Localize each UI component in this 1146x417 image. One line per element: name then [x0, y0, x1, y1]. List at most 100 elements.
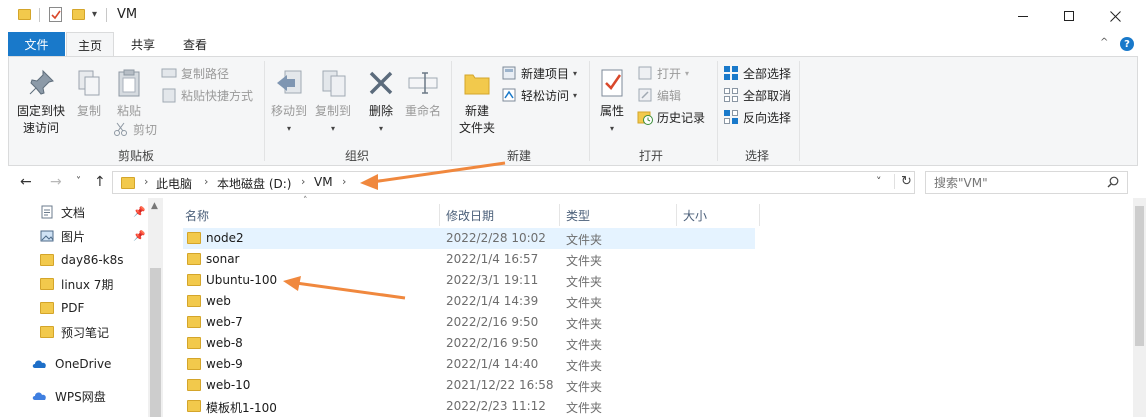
nav-item-wps-cloud[interactable]: WPS网盘	[32, 385, 106, 407]
easy-access-icon	[501, 87, 517, 103]
scrollbar-thumb[interactable]	[1135, 206, 1144, 346]
file-row[interactable]: web-9 2022/1/4 14:40 文件夹	[183, 354, 755, 375]
nav-item-documents[interactable]: 文档	[40, 201, 85, 223]
document-icon	[40, 205, 54, 219]
copy-to-button[interactable]: 复制到 ▾	[311, 67, 355, 137]
help-icon[interactable]: ?	[1120, 37, 1134, 51]
pin-to-quick-access-button[interactable]: 固定到快 速访问	[13, 67, 69, 137]
navigation-bar: ← → ˅ ↑ › 此电脑 › 本地磁盘 (D:) › VM › ˅ ↻	[0, 166, 1146, 198]
sort-ascending-icon: ˄	[303, 196, 308, 206]
folder-icon	[40, 254, 54, 266]
back-arrow-icon[interactable]: ←	[20, 174, 32, 190]
file-list-scrollbar[interactable]	[1133, 198, 1146, 417]
copy-button[interactable]: 复制	[69, 67, 109, 120]
copy-path-button[interactable]: 复制路径	[161, 63, 229, 83]
maximize-button[interactable]	[1046, 0, 1092, 32]
delete-button[interactable]: 删除 ▾	[363, 67, 399, 137]
divider[interactable]	[759, 204, 760, 226]
file-row[interactable]: Ubuntu-100 2022/3/1 19:11 文件夹	[183, 270, 755, 291]
pin-icon[interactable]: 📌	[133, 231, 145, 242]
tab-share[interactable]: 共享	[120, 32, 166, 56]
invert-selection-button[interactable]: 反向选择	[723, 107, 791, 127]
pin-icon[interactable]: 📌	[133, 207, 145, 218]
breadcrumb-separator-icon[interactable]: ›	[301, 175, 305, 188]
window-title: VM	[117, 7, 138, 22]
wps-cloud-icon	[32, 389, 48, 403]
minimize-button[interactable]	[1000, 0, 1046, 32]
nav-item-linux-7[interactable]: linux 7期	[40, 273, 113, 295]
scrollbar-thumb[interactable]	[150, 268, 161, 417]
scissors-icon	[113, 121, 129, 137]
new-folder-quick-icon[interactable]	[72, 9, 85, 20]
nav-item-day86-k8s[interactable]: day86-k8s	[40, 249, 124, 271]
nav-pane-scrollbar[interactable]: ▲	[148, 198, 163, 417]
nav-item-pictures[interactable]: 图片	[40, 225, 85, 247]
paste-button[interactable]: 粘贴	[109, 67, 149, 120]
breadcrumb-separator-icon[interactable]: ›	[342, 175, 346, 188]
scroll-up-icon[interactable]: ▲	[151, 201, 158, 211]
refresh-icon[interactable]: ↻	[894, 174, 912, 189]
breadcrumb-local-disk-d[interactable]: 本地磁盘 (D:)	[217, 175, 291, 192]
close-button[interactable]	[1092, 0, 1138, 32]
easy-access-button[interactable]: 轻松访问 ▾	[501, 85, 577, 105]
properties-button[interactable]: 属性 ▾	[593, 67, 631, 137]
file-row[interactable]: web-10 2021/12/22 16:58 文件夹	[183, 375, 755, 396]
divider	[799, 61, 800, 161]
paste-shortcut-button[interactable]: 粘贴快捷方式	[161, 85, 253, 105]
search-box[interactable]	[925, 171, 1128, 194]
nav-item-pdf[interactable]: PDF	[40, 297, 84, 319]
breadcrumb-this-pc[interactable]: 此电脑	[156, 175, 192, 192]
search-icon[interactable]	[1107, 176, 1119, 191]
new-folder-button[interactable]: 新建 文件夹	[455, 67, 499, 137]
address-history-chevron-icon[interactable]: ˅	[876, 175, 882, 188]
collapse-ribbon-icon[interactable]: ^	[1100, 37, 1108, 48]
move-to-button[interactable]: 移动到 ▾	[267, 67, 311, 137]
paste-shortcut-icon	[161, 87, 177, 103]
folder-icon	[40, 302, 54, 314]
history-button[interactable]: 历史记录	[637, 107, 705, 127]
edit-button[interactable]: 编辑	[637, 85, 681, 105]
new-item-button[interactable]: 新建项目 ▾	[501, 63, 577, 83]
tab-home[interactable]: 主页	[66, 32, 114, 57]
column-header-size[interactable]: 大小	[683, 202, 707, 228]
up-arrow-icon[interactable]: ↑	[94, 174, 106, 190]
file-row[interactable]: node2 2022/2/28 10:02 文件夹	[183, 228, 755, 249]
file-row[interactable]: sonar 2022/1/4 16:57 文件夹	[183, 249, 755, 270]
file-row[interactable]: web-8 2022/2/16 9:50 文件夹	[183, 333, 755, 354]
rename-button[interactable]: 重命名	[401, 67, 445, 120]
select-group-label: 选择	[744, 149, 769, 163]
column-header-date[interactable]: 修改日期	[446, 202, 494, 228]
tab-file[interactable]: 文件	[8, 32, 65, 56]
nav-item-onedrive[interactable]: OneDrive	[32, 353, 111, 375]
search-input[interactable]	[926, 172, 1101, 193]
breadcrumb-vm[interactable]: VM	[314, 175, 333, 189]
open-button[interactable]: 打开 ▾	[637, 63, 689, 83]
select-none-button[interactable]: 全部取消	[723, 85, 791, 105]
properties-quick-icon[interactable]	[49, 7, 62, 22]
customize-quick-access-icon[interactable]: ▾	[92, 9, 97, 20]
recent-locations-chevron-icon[interactable]: ˅	[76, 176, 81, 187]
select-all-button[interactable]: 全部选择	[723, 63, 791, 83]
tab-view[interactable]: 查看	[172, 32, 218, 56]
new-item-icon	[501, 65, 517, 81]
divider[interactable]	[559, 204, 560, 226]
cut-button[interactable]: 剪切	[113, 119, 157, 139]
divider[interactable]	[676, 204, 677, 226]
folder-icon	[40, 278, 54, 290]
column-header-type[interactable]: 类型	[566, 202, 590, 228]
column-header-name[interactable]: 名称	[185, 202, 209, 228]
address-bar[interactable]: › 此电脑 › 本地磁盘 (D:) › VM › ˅ ↻	[112, 171, 915, 194]
file-row[interactable]: web 2022/1/4 14:39 文件夹	[183, 291, 755, 312]
file-row[interactable]: web-7 2022/2/16 9:50 文件夹	[183, 312, 755, 333]
picture-icon	[40, 229, 54, 243]
forward-arrow-icon[interactable]: →	[50, 174, 62, 190]
breadcrumb-separator-icon[interactable]: ›	[204, 175, 208, 188]
open-group-label: 打开	[638, 149, 663, 163]
nav-item-preview-notes[interactable]: 预习笔记	[40, 321, 109, 343]
folder-icon	[187, 358, 201, 370]
breadcrumb-separator-icon[interactable]: ›	[144, 175, 148, 188]
divider	[451, 61, 452, 161]
invert-selection-icon	[723, 109, 739, 125]
divider[interactable]	[439, 204, 440, 226]
file-row[interactable]: 模板机1-100 2022/2/23 11:12 文件夹	[183, 396, 755, 417]
